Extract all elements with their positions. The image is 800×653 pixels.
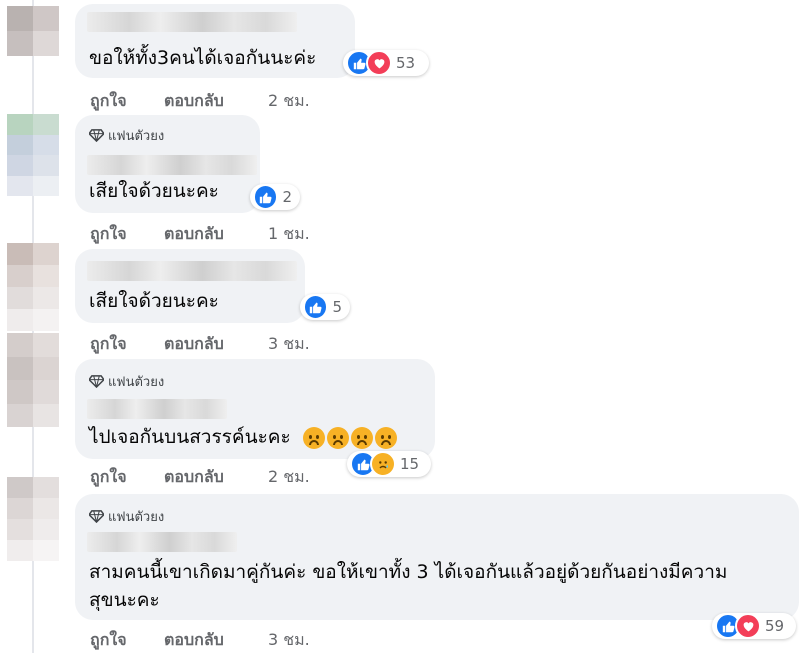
sad-face-emoji <box>350 426 373 449</box>
comment-text-line: สุขนะคะ <box>89 589 160 611</box>
reply-button[interactable]: ตอบกลับ <box>164 465 268 490</box>
timestamp[interactable]: 2 ชม. <box>268 465 310 490</box>
like-icon <box>303 294 329 320</box>
top-fan-badge: แฟนตัวยง <box>89 506 164 527</box>
reaction-count: 15 <box>400 455 420 473</box>
top-fan-label: แฟนตัวยง <box>108 510 165 525</box>
comment-bubble: แฟนตัวยง ไปเจอกันบนสวรรค์นะคะ <box>75 359 435 459</box>
blurred-author-name[interactable] <box>87 261 297 281</box>
sad-face-emoji <box>302 426 325 449</box>
blurred-author-name[interactable] <box>87 532 237 552</box>
timestamp[interactable]: 3 ชม. <box>268 628 310 653</box>
like-icon <box>253 184 279 210</box>
timestamp[interactable]: 2 ชม. <box>268 89 310 114</box>
top-fan-badge: แฟนตัวยง <box>89 125 164 146</box>
comment-bubble: เสียใจด้วยนะคะ <box>75 249 305 323</box>
top-fan-label: แฟนตัวยง <box>108 375 165 390</box>
comment-bubble: แฟนตัวยง เสียใจด้วยนะคะ <box>75 115 260 213</box>
love-icon <box>735 613 761 639</box>
sad-face-emoji <box>374 426 397 449</box>
comment-actions: ถูกใจ ตอบกลับ 1 ชม. <box>90 222 310 247</box>
comment-actions: ถูกใจ ตอบกลับ 3 ชม. <box>90 628 310 653</box>
like-button[interactable]: ถูกใจ <box>90 628 164 653</box>
timestamp[interactable]: 3 ชม. <box>268 332 310 357</box>
like-button[interactable]: ถูกใจ <box>90 332 164 357</box>
avatar[interactable] <box>7 114 59 196</box>
like-button[interactable]: ถูกใจ <box>90 465 164 490</box>
timestamp[interactable]: 1 ชม. <box>268 222 310 247</box>
comment-actions: ถูกใจ ตอบกลับ 3 ชม. <box>90 332 310 357</box>
diamond-icon <box>89 510 104 523</box>
reaction-count: 2 <box>282 188 292 206</box>
reaction-count: 59 <box>765 617 785 635</box>
comment-actions: ถูกใจ ตอบกลับ 2 ชม. <box>90 89 310 114</box>
comment-actions: ถูกใจ ตอบกลับ 2 ชม. <box>90 465 310 490</box>
comment-text: เสียใจด้วยนะคะ <box>89 290 219 312</box>
reaction-summary[interactable]: 15 <box>347 451 431 477</box>
reply-button[interactable]: ตอบกลับ <box>164 332 268 357</box>
comment-text: ขอให้ทั้ง3คนได้เจอกันนะค่ะ <box>89 47 317 69</box>
comment-text-content: ไปเจอกันบนสวรรค์นะคะ <box>89 426 291 448</box>
like-button[interactable]: ถูกใจ <box>90 222 164 247</box>
reply-button[interactable]: ตอบกลับ <box>164 222 268 247</box>
comment-bubble: ขอให้ทั้ง3คนได้เจอกันนะค่ะ <box>75 4 355 78</box>
reaction-count: 53 <box>396 54 416 72</box>
blurred-author-name[interactable] <box>87 155 257 175</box>
reply-button[interactable]: ตอบกลับ <box>164 89 268 114</box>
avatar[interactable] <box>7 6 59 56</box>
sad-icon <box>370 451 396 477</box>
avatar[interactable] <box>7 333 59 427</box>
reply-button[interactable]: ตอบกลับ <box>164 628 268 653</box>
blurred-author-name[interactable] <box>87 399 227 419</box>
reaction-summary[interactable]: 53 <box>343 50 429 76</box>
love-icon <box>366 50 392 76</box>
reaction-summary[interactable]: 2 <box>250 184 300 210</box>
blurred-author-name[interactable] <box>87 12 297 32</box>
top-fan-label: แฟนตัวยง <box>108 129 165 144</box>
top-fan-badge: แฟนตัวยง <box>89 371 164 392</box>
emoji-row <box>302 426 397 449</box>
diamond-icon <box>89 375 104 388</box>
comment-text-line: สามคนนี้เขาเกิดมาคู่กันค่ะ ขอให้เขาทั้ง … <box>89 561 728 583</box>
diamond-icon <box>89 129 104 142</box>
like-button[interactable]: ถูกใจ <box>90 89 164 114</box>
comment-text: เสียใจด้วยนะคะ <box>89 180 219 202</box>
comment-bubble: แฟนตัวยง สามคนนี้เขาเกิดมาคู่กันค่ะ ขอให… <box>75 494 799 620</box>
comment-text: ไปเจอกันบนสวรรค์นะคะ <box>89 423 397 451</box>
reaction-summary[interactable]: 59 <box>712 613 796 639</box>
reaction-summary[interactable]: 5 <box>300 294 350 320</box>
sad-face-emoji <box>326 426 349 449</box>
reaction-count: 5 <box>332 298 342 316</box>
avatar[interactable] <box>7 243 59 331</box>
avatar[interactable] <box>7 477 59 561</box>
